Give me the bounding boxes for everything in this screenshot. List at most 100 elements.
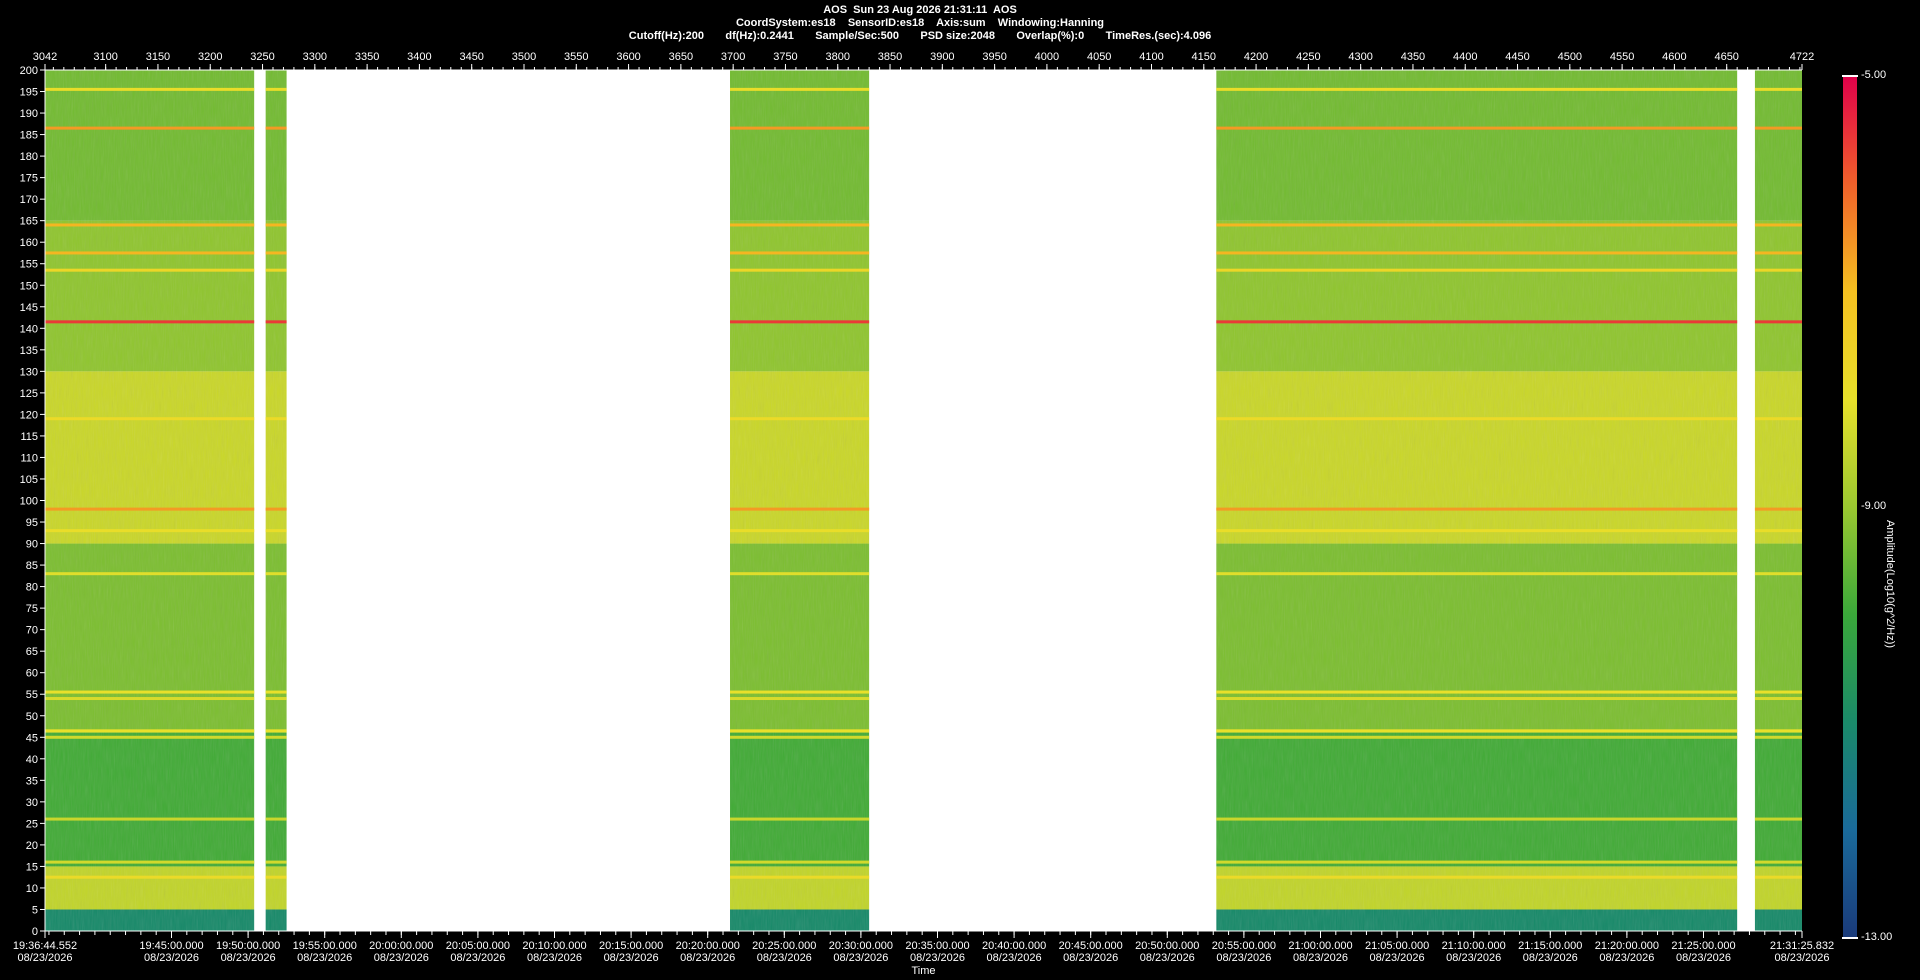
date-tick-label: 08/23/2026: [680, 952, 735, 964]
date-tick-label: 08/23/2026: [221, 952, 276, 964]
y-tick-label: 170: [20, 194, 38, 206]
spectral-line: [730, 817, 870, 821]
spectral-line: [45, 320, 255, 324]
spectral-line: [1216, 507, 1738, 511]
data-segment: [1216, 70, 1738, 931]
y-tick-label: 55: [26, 689, 38, 701]
spectral-line: [265, 729, 287, 733]
top-tick-label: 3150: [146, 51, 170, 63]
y-tick-label: 10: [26, 883, 38, 895]
spectral-line: [730, 223, 870, 227]
spectral-line: [730, 126, 870, 130]
date-tick-label: 08/23/2026: [297, 952, 352, 964]
y-tick-label: 90: [26, 539, 38, 551]
noise-texture: [1754, 70, 1802, 931]
spectral-line: [45, 697, 255, 701]
spectral-line: [45, 251, 255, 255]
top-tick-label: 3800: [825, 51, 849, 63]
date-tick-label: 08/23/2026: [1140, 952, 1195, 964]
spectral-line: [1216, 860, 1738, 864]
spectral-line: [265, 572, 287, 576]
time-tick-label: 20:25:00.000: [752, 940, 816, 952]
colorbar: [1842, 75, 1858, 939]
data-segment: [45, 70, 255, 931]
spectral-line: [45, 690, 255, 694]
y-tick-label: 95: [26, 517, 38, 529]
spectral-line: [45, 729, 255, 733]
spectral-line: [265, 875, 287, 879]
spectral-line: [1754, 860, 1802, 864]
y-tick-label: 125: [20, 388, 38, 400]
top-tick-label: 4400: [1453, 51, 1477, 63]
date-tick-label: 08/23/2026: [527, 952, 582, 964]
y-tick-label: 65: [26, 646, 38, 658]
top-tick-label: 3850: [878, 51, 902, 63]
spectral-line: [1216, 126, 1738, 130]
spectral-line: [730, 729, 870, 733]
y-tick-label: 155: [20, 259, 38, 271]
top-tick-label: 3100: [93, 51, 117, 63]
spectral-line: [265, 529, 287, 533]
spectral-line: [45, 126, 255, 130]
time-tick-label: 20:40:00.000: [982, 940, 1046, 952]
spectral-line: [265, 251, 287, 255]
spectral-line: [1216, 875, 1738, 879]
y-tick-label: 115: [20, 431, 38, 443]
date-tick-label: 08/23/2026: [1293, 952, 1348, 964]
date-tick-label: 08/23/2026: [144, 952, 199, 964]
colorbar-top-marker: [1842, 75, 1858, 77]
date-tick-label: 08/23/2026: [910, 952, 965, 964]
date-tick-label: 08/23/2026: [757, 952, 812, 964]
top-tick-label: 3350: [355, 51, 379, 63]
top-tick-label: 3450: [459, 51, 483, 63]
spectral-line: [730, 529, 870, 533]
y-tick-label: 150: [20, 280, 38, 292]
top-tick-label: 3700: [721, 51, 745, 63]
spectral-line: [265, 417, 287, 421]
top-tick-label: 4250: [1296, 51, 1320, 63]
top-tick-label: 3900: [930, 51, 954, 63]
date-tick-label: 08/23/2026: [1599, 952, 1654, 964]
spectral-line: [730, 860, 870, 864]
x-axis-label: Time: [911, 965, 935, 977]
date-tick-label: 08/23/2026: [374, 952, 429, 964]
spectral-line: [730, 268, 870, 272]
y-tick-label: 80: [26, 582, 38, 594]
spectral-line: [45, 860, 255, 864]
top-tick-label: 3042: [33, 51, 57, 63]
top-tick-label: 3500: [512, 51, 536, 63]
spectral-line: [1754, 320, 1802, 324]
date-tick-label: 08/23/2026: [1523, 952, 1578, 964]
y-tick-label: 85: [26, 560, 38, 572]
spectral-line: [265, 268, 287, 272]
top-tick-label: 4150: [1192, 51, 1216, 63]
spectral-line: [730, 690, 870, 694]
top-tick-label: 4600: [1662, 51, 1686, 63]
y-tick-label: 40: [26, 754, 38, 766]
top-tick-label: 3750: [773, 51, 797, 63]
spectral-line: [1216, 320, 1738, 324]
spectral-line: [730, 875, 870, 879]
top-tick-label: 4722: [1790, 51, 1814, 63]
y-tick-label: 25: [26, 818, 38, 830]
spectral-line: [45, 87, 255, 91]
spectral-line: [1216, 817, 1738, 821]
time-tick-label: 19:50:00.000: [216, 940, 280, 952]
spectral-line: [265, 126, 287, 130]
spectral-line: [45, 223, 255, 227]
spectral-line: [45, 268, 255, 272]
time-tick-label: 20:05:00.000: [446, 940, 510, 952]
spectral-line: [45, 417, 255, 421]
spectral-line: [730, 735, 870, 739]
date-tick-label: 08/23/2026: [1676, 952, 1731, 964]
colorbar-gradient: [1843, 76, 1857, 938]
y-tick-label: 100: [20, 496, 38, 508]
time-tick-label: 21:10:00.000: [1442, 940, 1506, 952]
top-tick-label: 4200: [1244, 51, 1268, 63]
y-tick-label: 35: [26, 775, 38, 787]
spectral-line: [45, 875, 255, 879]
y-tick-label: 75: [26, 603, 38, 615]
colorbar-mid-label: -9.00: [1861, 500, 1887, 512]
spectral-line: [45, 735, 255, 739]
spectral-line: [730, 417, 870, 421]
